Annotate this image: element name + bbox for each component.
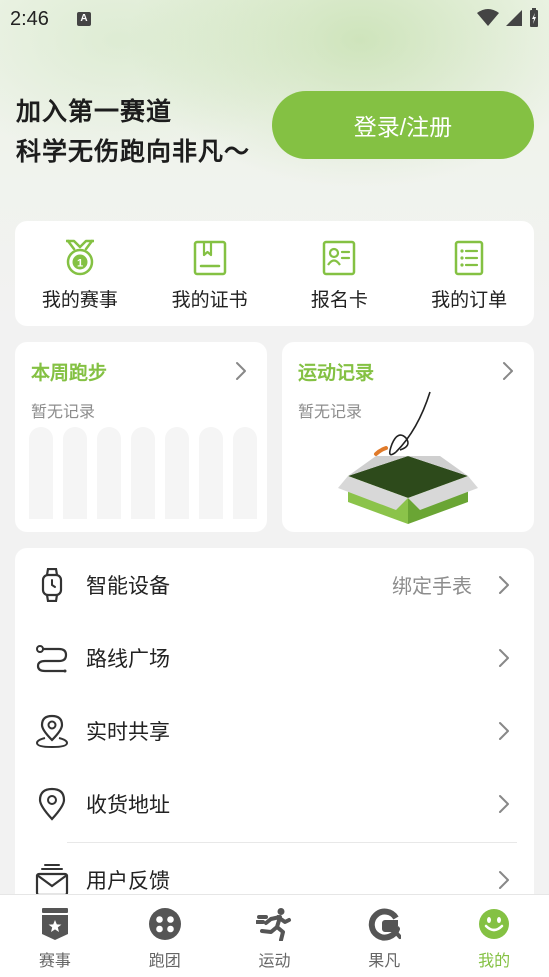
tab-run-groups[interactable]: 跑团 xyxy=(110,895,220,977)
activity-record-title: 运动记录 xyxy=(298,362,375,384)
settings-menu-card: 智能设备 绑定手表 路线广场 实时共享 收货地址 用户反馈 xyxy=(15,548,534,908)
svg-text:1: 1 xyxy=(77,258,83,270)
tab-label: 我的 xyxy=(478,951,511,970)
week-bar xyxy=(29,427,53,519)
wifi-icon xyxy=(477,9,499,26)
tab-label: 跑团 xyxy=(148,951,181,970)
battery-icon xyxy=(530,8,538,27)
quick-item-label: 我的证书 xyxy=(171,289,248,311)
event-badge-icon xyxy=(41,908,68,940)
week-bar xyxy=(199,427,223,519)
quick-item-label: 我的赛事 xyxy=(41,289,118,311)
menu-item-live-share[interactable]: 实时共享 xyxy=(15,694,534,767)
menu-item-label: 收货地址 xyxy=(86,792,170,817)
watch-icon xyxy=(35,567,69,602)
tab-label: 赛事 xyxy=(38,951,71,970)
notification-a-icon: A xyxy=(76,12,91,26)
brand-g-icon xyxy=(369,908,402,941)
certificate-icon xyxy=(193,240,226,276)
chevron-right-icon xyxy=(503,362,513,380)
menu-item-route-plaza[interactable]: 路线广场 xyxy=(15,621,534,694)
tab-label: 果凡 xyxy=(368,951,401,970)
menu-item-label: 用户反馈 xyxy=(86,868,170,893)
week-bar xyxy=(233,427,257,519)
group-icon xyxy=(148,908,181,940)
weekly-run-card[interactable]: 本周跑步 暂无记录 xyxy=(15,342,267,532)
map-pin-icon xyxy=(35,787,69,821)
tab-mine[interactable]: 我的 xyxy=(439,895,549,977)
quick-item-my-events[interactable]: 1 我的赛事 xyxy=(15,221,145,326)
tab-guofan[interactable]: 果凡 xyxy=(329,895,439,977)
weekly-run-empty-text: 暂无记录 xyxy=(31,402,96,421)
order-list-icon xyxy=(454,240,484,276)
chevron-right-icon xyxy=(499,722,509,740)
menu-item-label: 智能设备 xyxy=(86,573,170,598)
id-card-icon xyxy=(323,240,356,276)
bottom-tab-bar: 赛事 跑团 运动 果凡 我的 xyxy=(0,894,549,977)
medal-icon: 1 xyxy=(65,239,94,276)
week-bar xyxy=(63,427,87,519)
activity-record-card[interactable]: 运动记录 暂无记录 xyxy=(282,342,534,532)
quick-item-my-certificates[interactable]: 我的证书 xyxy=(145,221,275,326)
signal-icon xyxy=(506,10,522,26)
quick-actions-card: 1 我的赛事 我的证书 报名卡 我的订单 xyxy=(15,221,534,326)
week-bar xyxy=(131,427,155,519)
tab-events[interactable]: 赛事 xyxy=(0,895,110,977)
menu-item-smart-device[interactable]: 智能设备 绑定手表 xyxy=(15,548,534,621)
tab-label: 运动 xyxy=(258,951,291,970)
bind-watch-value: 绑定手表 xyxy=(392,574,472,598)
quick-item-label: 我的订单 xyxy=(431,289,508,311)
hero-line-2: 科学无伤跑向非凡～ xyxy=(16,137,251,166)
menu-item-shipping-address[interactable]: 收货地址 xyxy=(15,767,534,840)
status-time: 2:46 xyxy=(10,7,49,30)
runner-icon xyxy=(256,908,292,941)
chevron-right-icon xyxy=(499,576,509,594)
menu-item-label: 实时共享 xyxy=(86,719,170,744)
hero-slogan: 加入第一赛道 科学无伤跑向非凡～ xyxy=(16,92,250,172)
week-bar xyxy=(97,427,121,519)
week-bar xyxy=(165,427,189,519)
route-icon xyxy=(35,641,69,675)
location-share-icon xyxy=(35,714,69,748)
quick-item-my-orders[interactable]: 我的订单 xyxy=(404,221,534,326)
weekly-run-bars xyxy=(29,427,257,519)
feedback-mail-icon xyxy=(35,863,69,897)
status-bar: 2:46 A xyxy=(0,0,549,38)
tab-sports[interactable]: 运动 xyxy=(220,895,330,977)
weekly-run-title: 本周跑步 xyxy=(31,362,108,384)
menu-item-label: 路线广场 xyxy=(86,646,170,671)
status-icons xyxy=(477,8,539,28)
chevron-right-icon xyxy=(499,649,509,667)
chevron-right-icon xyxy=(499,795,509,813)
empty-box-illustration xyxy=(338,391,478,524)
quick-item-label: 报名卡 xyxy=(310,289,368,311)
hero-line-1: 加入第一赛道 xyxy=(16,97,173,126)
login-register-button[interactable]: 登录/注册 xyxy=(272,91,534,159)
chevron-right-icon xyxy=(236,362,246,380)
smile-icon xyxy=(479,909,510,939)
quick-item-registration-card[interactable]: 报名卡 xyxy=(275,221,405,326)
chevron-right-icon xyxy=(499,871,509,889)
